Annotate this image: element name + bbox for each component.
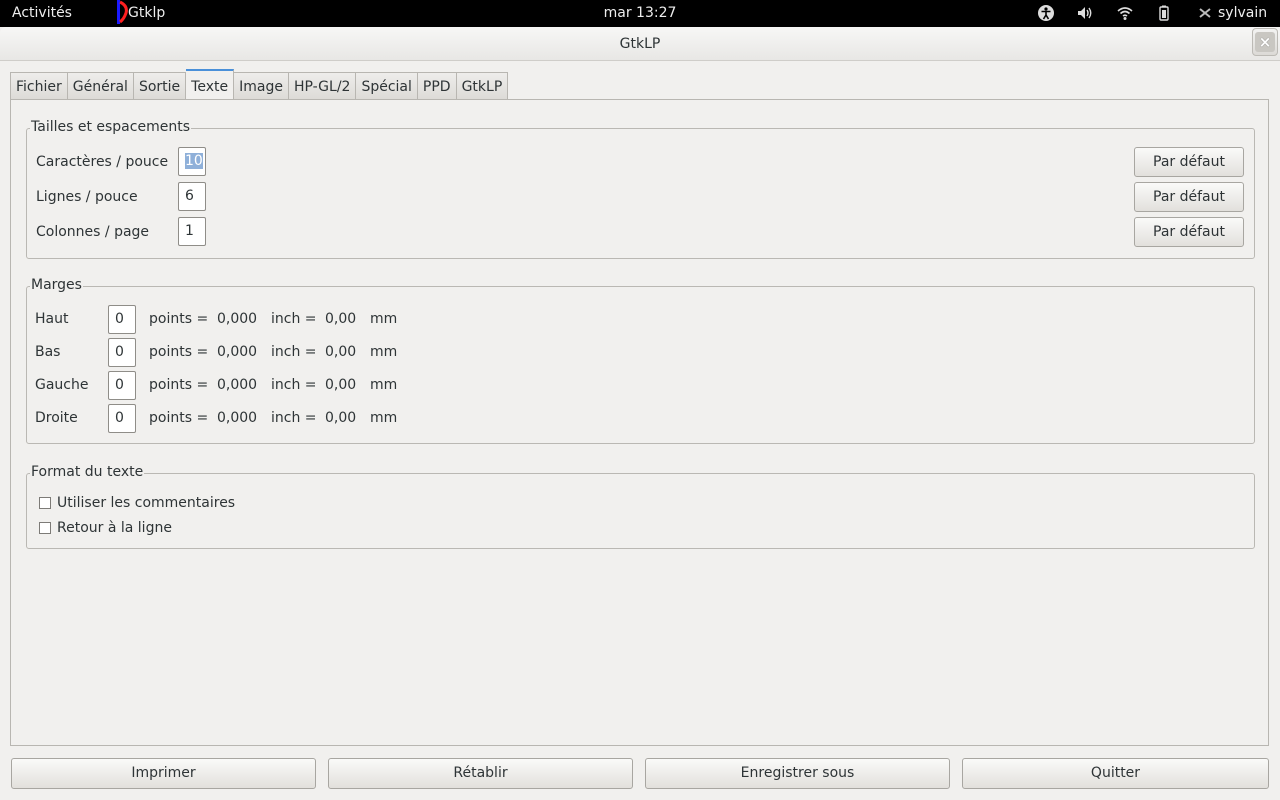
margin-left-inch-value: 0,000 <box>217 377 258 393</box>
margin-bottom-label: Bas <box>35 344 61 360</box>
top-bar: Activités Gtklp mar 13:27 sylvain <box>0 0 1280 27</box>
columns-label: Colonnes / page <box>36 224 150 240</box>
user-menu[interactable]: sylvain <box>1198 5 1267 21</box>
margin-bottom-mm: mm <box>370 344 398 360</box>
tab-panel-texte: Tailles et espacements Caractères / pouc… <box>10 99 1269 746</box>
margin-right-value: 0 <box>115 410 124 426</box>
app-menu[interactable]: Gtklp <box>128 5 165 21</box>
tab-gtklp[interactable]: GtkLP <box>456 72 509 100</box>
lpi-input[interactable]: 6 <box>178 182 206 211</box>
margins-frame <box>26 286 1255 444</box>
margin-top-inch-value: 0,000 <box>217 311 258 327</box>
title-bar[interactable]: GtkLP × <box>0 27 1280 61</box>
margin-bottom-mm-value: 0,00 <box>325 344 357 360</box>
tab-ppd[interactable]: PPD <box>417 72 457 100</box>
user-name: sylvain <box>1218 5 1268 21</box>
cpi-default-button[interactable]: Par défaut <box>1134 147 1244 177</box>
format-frame <box>26 473 1255 549</box>
margin-top-inch: inch = <box>271 311 317 327</box>
quit-button[interactable]: Quitter <box>962 758 1269 789</box>
activities-button[interactable]: Activités <box>12 5 72 21</box>
margins-legend: Marges <box>30 277 83 293</box>
columns-default-button[interactable]: Par défaut <box>1134 217 1244 247</box>
margin-bottom-inch: inch = <box>271 344 317 360</box>
close-icon: × <box>1255 32 1275 52</box>
tab-general[interactable]: Général <box>67 72 134 100</box>
margin-left-mm: mm <box>370 377 398 393</box>
margin-left-inch: inch = <box>271 377 317 393</box>
margin-bottom-value: 0 <box>115 344 124 360</box>
print-button[interactable]: Imprimer <box>11 758 316 789</box>
margin-right-input[interactable]: 0 <box>108 404 136 433</box>
columns-input[interactable]: 1 <box>178 217 206 246</box>
gtklp-window: GtkLP × Fichier Général Sortie Texte Ima… <box>0 27 1280 800</box>
margin-left-points: points = <box>149 377 209 393</box>
tab-bar: Fichier Général Sortie Texte Image HP-GL… <box>10 69 509 100</box>
comments-checkbox[interactable] <box>39 497 51 509</box>
save-as-button[interactable]: Enregistrer sous <box>645 758 950 789</box>
close-button[interactable]: × <box>1252 28 1278 56</box>
tab-texte[interactable]: Texte <box>186 69 235 100</box>
margin-top-input[interactable]: 0 <box>108 305 136 334</box>
clock[interactable]: mar 13:27 <box>604 5 677 21</box>
lpi-label: Lignes / pouce <box>36 189 138 205</box>
wrap-label[interactable]: Retour à la ligne <box>57 520 172 536</box>
margin-bottom-points: points = <box>149 344 209 360</box>
columns-value: 1 <box>185 223 194 239</box>
margin-right-inch: inch = <box>271 410 317 426</box>
margin-left-input[interactable]: 0 <box>108 371 136 400</box>
margin-left-label: Gauche <box>35 377 89 393</box>
margin-right-inch-value: 0,000 <box>217 410 258 426</box>
margin-top-mm: mm <box>370 311 398 327</box>
comments-label[interactable]: Utiliser les commentaires <box>57 495 235 511</box>
margin-bottom-inch-value: 0,000 <box>217 344 258 360</box>
wifi-icon[interactable] <box>1116 4 1134 22</box>
format-legend: Format du texte <box>30 464 145 480</box>
margin-right-points: points = <box>149 410 209 426</box>
margin-left-value: 0 <box>115 377 124 393</box>
tab-sortie[interactable]: Sortie <box>133 72 187 100</box>
margin-top-value: 0 <box>115 311 124 327</box>
tab-fichier[interactable]: Fichier <box>10 72 68 100</box>
wrap-checkbox[interactable] <box>39 522 51 534</box>
margin-top-points: points = <box>149 311 209 327</box>
cpi-label: Caractères / pouce <box>36 154 169 170</box>
margin-right-mm: mm <box>370 410 398 426</box>
margin-top-mm-value: 0,00 <box>325 311 357 327</box>
accessibility-icon[interactable] <box>1037 4 1055 22</box>
sizes-frame <box>26 128 1255 259</box>
battery-icon[interactable] <box>1155 4 1173 22</box>
sizes-legend: Tailles et espacements <box>30 119 191 135</box>
window-title: GtkLP <box>619 36 661 52</box>
margin-bottom-input[interactable]: 0 <box>108 338 136 367</box>
lpi-value: 6 <box>185 188 194 204</box>
tab-hpgl2[interactable]: HP-GL/2 <box>288 72 357 100</box>
tab-special[interactable]: Spécial <box>356 72 418 100</box>
margin-right-label: Droite <box>35 410 78 426</box>
cpi-input[interactable]: 10 <box>178 147 206 176</box>
lpi-default-button[interactable]: Par défaut <box>1134 182 1244 212</box>
margin-top-label: Haut <box>35 311 69 327</box>
margin-right-mm-value: 0,00 <box>325 410 357 426</box>
margin-left-mm-value: 0,00 <box>325 377 357 393</box>
tab-image[interactable]: Image <box>234 72 289 100</box>
volume-icon[interactable] <box>1076 4 1094 22</box>
user-status-icon <box>1199 8 1211 18</box>
reset-button[interactable]: Rétablir <box>328 758 633 789</box>
cpi-value: 10 <box>185 153 203 169</box>
